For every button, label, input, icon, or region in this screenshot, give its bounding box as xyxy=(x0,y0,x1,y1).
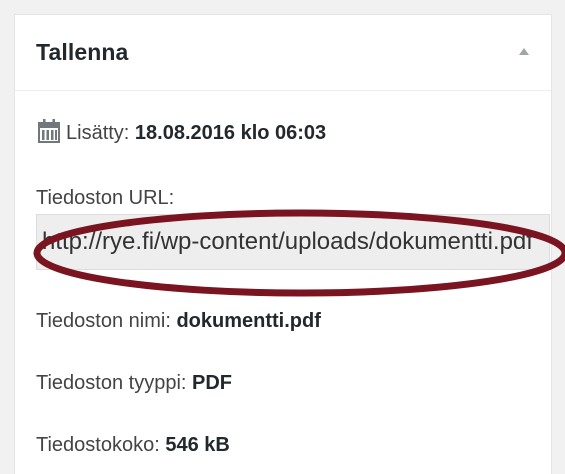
triangle-up-icon[interactable] xyxy=(515,42,533,60)
file-url-field[interactable] xyxy=(36,214,550,270)
file-size-value: 546 kB xyxy=(165,434,230,456)
metabox-header[interactable]: Tallenna xyxy=(15,15,551,91)
file-type-label: Tiedoston tyyppi: xyxy=(36,372,187,394)
save-metabox: Tallenna Lisätty: 18.08.2016 klo 06:03 T… xyxy=(14,14,565,474)
file-size-label: Tiedostokoko: xyxy=(36,434,160,456)
added-date-row: Lisätty: 18.08.2016 klo 06:03 xyxy=(36,118,326,145)
file-type-value: PDF xyxy=(192,372,233,394)
page: Tallenna Lisätty: 18.08.2016 klo 06:03 T… xyxy=(0,0,565,474)
calendar-icon xyxy=(38,119,60,143)
file-url-input[interactable] xyxy=(37,215,549,269)
file-url-label: Tiedoston URL: xyxy=(36,187,175,209)
added-value: 18.08.2016 klo 06:03 xyxy=(134,122,327,144)
file-name-value: dokumentti.pdf xyxy=(176,310,321,332)
file-type-row: Tiedoston tyyppi: PDF xyxy=(36,372,232,395)
metabox-title: Tallenna xyxy=(36,39,129,65)
added-label: Lisätty: xyxy=(66,122,130,144)
file-size-row: Tiedostokoko: 546 kB xyxy=(36,434,230,457)
file-name-label: Tiedoston nimi: xyxy=(36,310,171,332)
file-name-row: Tiedoston nimi: dokumentti.pdf xyxy=(36,310,321,333)
